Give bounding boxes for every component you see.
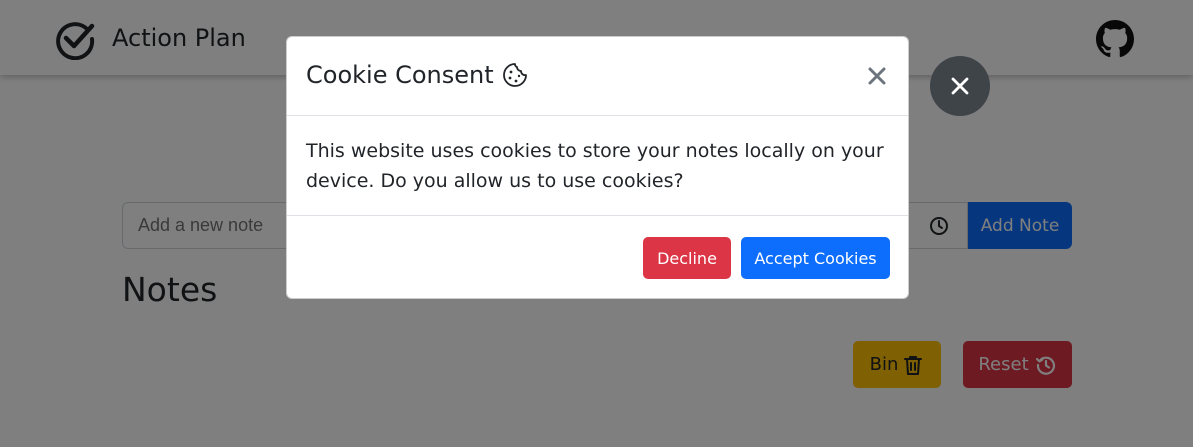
floating-close-button[interactable] [930,56,990,116]
modal-body: This website uses cookies to store your … [287,116,908,216]
decline-button[interactable]: Decline [643,237,731,279]
modal-header: Cookie Consent [287,37,908,116]
accept-cookies-button[interactable]: Accept Cookies [741,237,890,279]
cookie-consent-modal: Cookie Consent This website uses cookies… [286,36,909,299]
close-icon [951,77,969,95]
modal-title-text: Cookie Consent [306,61,494,89]
modal-close-icon[interactable] [865,64,889,88]
modal-footer: Decline Accept Cookies [287,216,908,298]
cookie-icon [502,63,527,87]
modal-title: Cookie Consent [306,61,528,89]
